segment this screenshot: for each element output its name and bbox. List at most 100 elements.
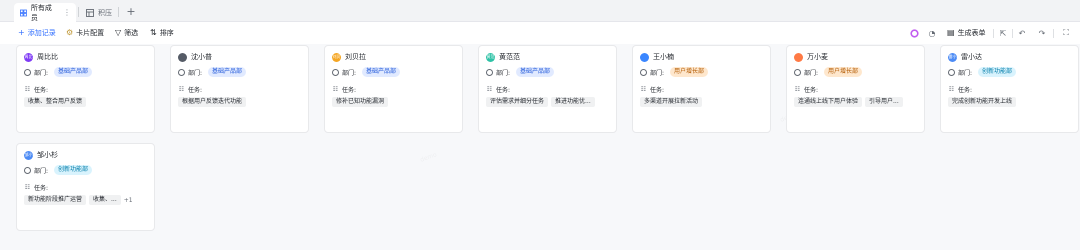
avatar-text: 刘贝 [332, 54, 341, 59]
task-label: 任务: [650, 86, 665, 94]
card-settings-button[interactable]: ⚙ 卡片配置 [66, 27, 104, 39]
member-name: 王小楠 [653, 53, 674, 61]
department-field: 部门: 基础产品部 [24, 67, 93, 77]
member-name: 雷小达 [961, 53, 982, 61]
add-record-label: 添加记录 [27, 29, 56, 37]
card-header: 邹小 邹小杉 [24, 150, 58, 160]
task-tag: 推进功能优... [551, 97, 595, 107]
multi-select-icon: ☷ [640, 85, 647, 93]
department-label: 部门: [958, 69, 973, 77]
avatar: 邹小 [24, 150, 33, 160]
task-label: 任务: [34, 86, 49, 94]
member-name: 刘贝拉 [345, 53, 366, 61]
task-tags: 评估需求并细分任务 推进功能优... [486, 97, 598, 107]
card-header: 周比 周比比 [24, 52, 58, 62]
task-label: 任务: [34, 184, 49, 192]
undo-icon[interactable]: ↶ [1016, 27, 1028, 39]
department-field: 部门: 创新功能部 [948, 67, 1017, 77]
department-label: 部门: [650, 69, 665, 77]
plus-icon: + [126, 4, 136, 18]
task-label: 任务: [496, 86, 511, 94]
avatar [178, 52, 187, 62]
share-icon[interactable]: ⇱ [997, 27, 1009, 39]
single-select-icon [486, 68, 493, 76]
avatar: 雷小 [948, 52, 957, 62]
department-field: 部门: 用户增长部 [640, 67, 709, 77]
department-label: 部门: [342, 69, 357, 77]
task-label: 任务: [342, 86, 357, 94]
department-tag: 创新功能部 [54, 165, 93, 175]
sort-icon: ⇅ [150, 28, 157, 37]
task-tag: 引导用户... [865, 97, 903, 107]
member-card[interactable]: 邹小 邹小杉 部门: 创新功能部 ☷ 任务: 新功能阶段推广运营 收集、... +1 [16, 143, 155, 231]
single-select-icon [640, 68, 647, 76]
multi-select-icon: ☷ [794, 85, 801, 93]
view-tab-bar: 所有成员 ⋮ 积压 + [0, 0, 1080, 22]
member-card[interactable]: 刘贝 刘贝拉 部门: 基础产品部 ☷ 任务: 修补已知功能漏洞 [324, 45, 463, 133]
redo-icon[interactable]: ↷ [1036, 27, 1048, 39]
task-tag: 完成创新功能开发上线 [948, 97, 1017, 107]
member-name: 万小麦 [807, 53, 828, 61]
task-tag: 根据用户反馈迭代功能 [178, 97, 247, 107]
member-card[interactable]: 雷小 雷小达部门: 创新功能部 ☷ 任务: 完成创新功能开发上线 [940, 45, 1079, 133]
task-tags: 多渠道开展拉新活动 [640, 97, 705, 107]
multi-select-icon: ☷ [948, 85, 955, 93]
task-field: ☷ 任务: [486, 84, 516, 94]
task-field: ☷ 任务: [640, 84, 670, 94]
ai-assistant-icon[interactable] [908, 27, 920, 39]
grid-icon [20, 9, 27, 16]
toolbar: + 添加记录 ⚙ 卡片配置 ▽ 筛选 ⇅ 排序 ◔ ▤ 生成表单 ⇱ ↶ ↷ ⛶ [0, 22, 1080, 44]
multi-select-icon: ☷ [178, 85, 185, 93]
settings-icon: ⚙ [66, 28, 74, 37]
task-tag: 多渠道开展拉新活动 [640, 97, 703, 107]
generate-form-button[interactable]: ▤ 生成表单 [947, 27, 986, 39]
single-select-icon [948, 68, 955, 76]
member-card[interactable]: 王小楠部门: 用户增长部 ☷ 任务: 多渠道开展拉新活动 [632, 45, 771, 133]
single-select-icon [24, 166, 31, 174]
avatar [794, 52, 803, 62]
member-card[interactable]: 周比 周比比 部门: 基础产品部 ☷ 任务: 收集、整合用户反馈 [16, 45, 155, 133]
tab-label: 所有成员 [30, 3, 52, 22]
department-field: 部门: 创新功能部 [24, 165, 93, 175]
member-name: 黄范范 [499, 53, 520, 61]
department-tag: 基础产品部 [54, 67, 93, 77]
sort-button[interactable]: ⇅ 排序 [150, 27, 174, 39]
more-vertical-icon[interactable]: ⋮ [63, 8, 71, 17]
department-tag: 基础产品部 [362, 67, 401, 77]
tab-divider [118, 7, 119, 17]
department-label: 部门: [188, 69, 203, 77]
member-name: 邹小杉 [37, 151, 58, 159]
department-tag: 基础产品部 [516, 67, 555, 77]
task-tag: 修补已知功能漏洞 [332, 97, 389, 107]
add-record-button[interactable]: + 添加记录 [18, 27, 56, 39]
task-tags: 完成创新功能开发上线 [948, 97, 1019, 107]
toolbar-divider [1012, 29, 1013, 38]
task-label: 任务: [958, 86, 973, 94]
filter-label: 筛选 [124, 29, 139, 37]
card-header: 雷小 雷小达 [948, 52, 982, 62]
tab-all-members[interactable]: 所有成员 ⋮ [14, 3, 76, 22]
department-tag: 创新功能部 [978, 67, 1017, 77]
task-tag: 收集、整合用户反馈 [24, 97, 87, 107]
avatar-text: 周比 [24, 54, 33, 59]
multi-select-icon: ☷ [486, 85, 493, 93]
sort-label: 排序 [159, 29, 174, 37]
tab-backlog[interactable]: 积压 [80, 3, 118, 22]
department-label: 部门: [34, 69, 49, 77]
add-view-button[interactable]: + [123, 3, 139, 19]
member-card[interactable]: 万小麦 部门: 用户增长部 ☷ 任务: 连通线上线下用户体验 引导用户... [786, 45, 925, 133]
fullscreen-icon[interactable]: ⛶ [1060, 27, 1072, 39]
department-label: 部门: [34, 167, 49, 175]
history-icon[interactable]: ◔ [926, 27, 938, 39]
filter-icon: ▽ [115, 28, 122, 37]
card-header: 万小麦 [794, 52, 828, 62]
filter-button[interactable]: ▽ 筛选 [115, 27, 138, 39]
task-tag: 新功能阶段推广运营 [24, 195, 87, 205]
member-card[interactable]: 黄范 黄范范 部门: 基础产品部 ☷ 任务: 评估需求并细分任务 推进功能优... [478, 45, 617, 133]
member-card[interactable]: 沈小普 部门: 基础产品部 ☷ 任务: 根据用户反馈迭代功能 [170, 45, 309, 133]
single-select-icon [178, 68, 185, 76]
task-field: ☷ 任务: [24, 182, 54, 192]
member-name: 周比比 [37, 53, 58, 61]
more-tasks-count: +1 [123, 196, 133, 204]
task-field: ☷ 任务: [794, 84, 824, 94]
